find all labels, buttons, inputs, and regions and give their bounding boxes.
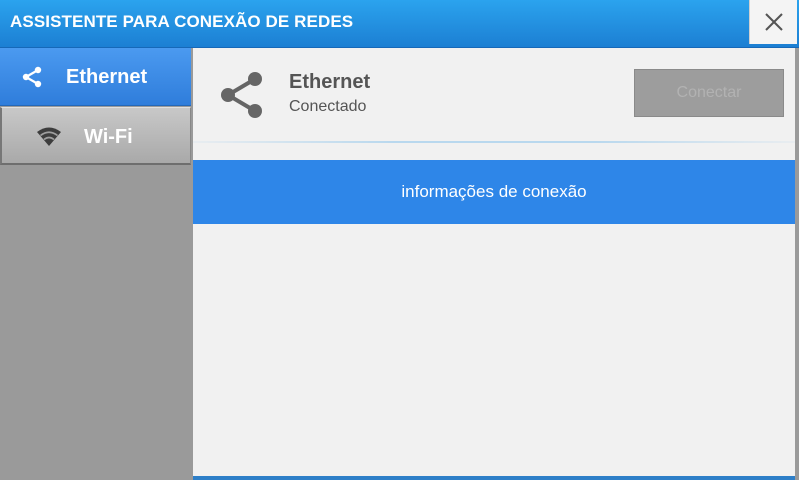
share-icon [20,65,44,89]
sidebar-item-wifi[interactable]: Wi-Fi [0,107,191,165]
connection-panel: Ethernet Conectado Conectar informações … [193,48,795,476]
window-title: ASSISTENTE PARA CONEXÃO DE REDES [10,12,354,31]
bottom-accent-line [193,476,795,480]
connection-info-button[interactable]: informações de conexão [193,160,795,224]
sidebar-item-label: Wi-Fi [84,126,133,148]
sidebar: Ethernet Wi-Fi [0,48,191,480]
sidebar-item-label: Ethernet [66,66,148,88]
divider [193,141,795,143]
connect-button[interactable]: Conectar [634,69,784,117]
share-icon [217,70,265,125]
sidebar-item-ethernet[interactable]: Ethernet [0,48,191,106]
wifi-icon [36,125,62,147]
close-button[interactable] [749,0,797,44]
connection-status: Conectado [289,98,367,115]
close-icon [764,13,783,31]
connection-name: Ethernet [289,71,371,93]
connection-header: Ethernet Conectado Conectar [193,48,795,144]
title-bar: ASSISTENTE PARA CONEXÃO DE REDES [0,0,799,48]
